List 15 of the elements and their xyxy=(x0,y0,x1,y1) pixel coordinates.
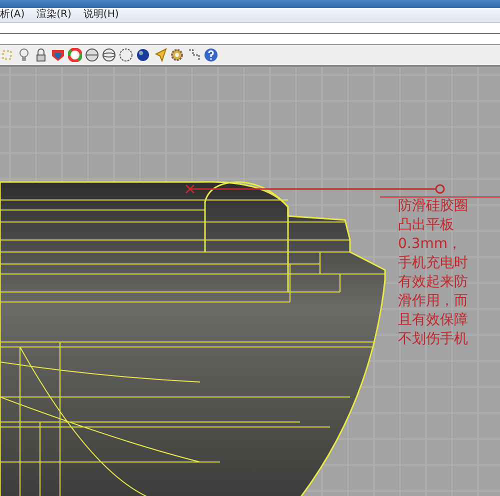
shield-icon[interactable] xyxy=(51,48,65,62)
dashed-sphere-icon[interactable] xyxy=(119,48,133,62)
help-icon[interactable] xyxy=(204,48,218,62)
menu-item[interactable]: 说明(H) xyxy=(83,9,119,21)
sphere-icon[interactable] xyxy=(102,48,116,62)
shaded-sphere-icon[interactable] xyxy=(136,48,150,62)
menu-item[interactable]: 析(A) xyxy=(0,9,25,21)
annotation-text: 防滑硅胶圈凸出平板0.3mm，手机充电时有效起来防滑作用，而且有效保障不划伤手机 xyxy=(398,197,469,349)
lock-icon[interactable] xyxy=(34,48,48,62)
menu-item[interactable]: 渲染(R) xyxy=(36,9,72,21)
gear-icon[interactable] xyxy=(170,48,184,62)
connector-icon[interactable] xyxy=(187,48,201,62)
color-wheel-icon[interactable] xyxy=(68,48,82,62)
sphere-icon[interactable] xyxy=(85,48,99,62)
lightbulb-icon[interactable] xyxy=(17,48,31,62)
